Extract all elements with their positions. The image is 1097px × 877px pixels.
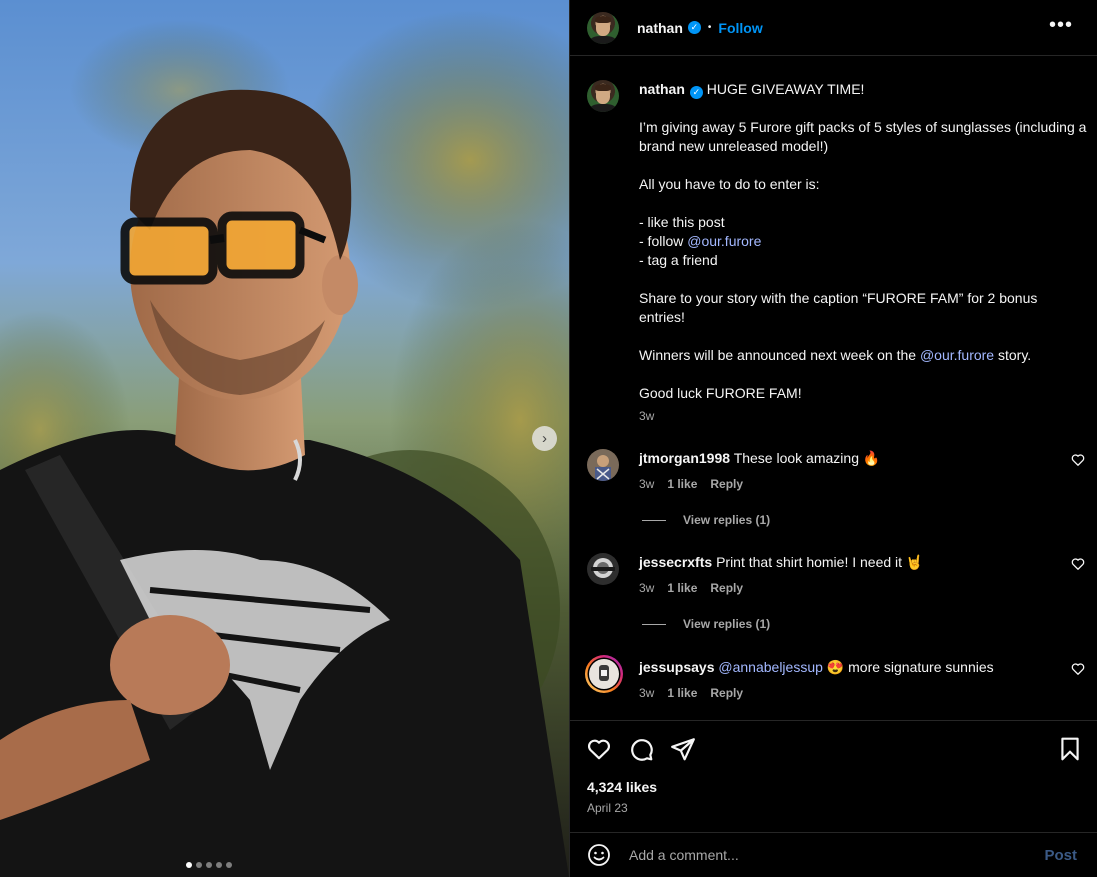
likes-count[interactable]: 4,324 likes [587,779,657,795]
post-photo [0,10,569,877]
comment-time[interactable]: 3w [639,475,654,494]
commenter-avatar-story-ring[interactable] [584,654,624,694]
comment-time[interactable]: 3w [639,579,654,598]
caption-line: Good luck FURORE FAM! [639,385,802,401]
comment-likes[interactable]: 1 like [667,579,697,598]
instagram-post: › nathan ✓ • Follow ••• nathan ✓ HUGE GI… [0,0,1097,877]
commenter-avatar[interactable] [587,553,619,585]
post-caption: nathan ✓ HUGE GIVEAWAY TIME! I’m giving a… [587,80,1087,426]
reply-button[interactable]: Reply [710,684,743,703]
caption-line: I’m giving away 5 Furore gift packs of 5… [639,119,1087,154]
comment-likes[interactable]: 1 like [667,475,697,494]
comment-item: jessupsays @annabeljessup 😍 more signatu… [585,655,1097,703]
comment-input[interactable] [629,847,1009,863]
verified-badge-icon: ✓ [687,21,701,34]
carousel-dot [196,862,202,868]
author-username[interactable]: nathan [637,20,683,36]
caption-title: HUGE GIVEAWAY TIME! [706,81,865,97]
carousel-dot [216,862,222,868]
caption-line: All you have to do to enter is: [639,176,820,192]
comment-time[interactable]: 3w [639,684,654,703]
comment-item: jtmorgan1998 These look amazing 🔥 3w 1 l… [587,449,1097,527]
caption-step: - follow [639,233,688,249]
caption-step: - like this post [639,214,725,230]
reply-button[interactable]: Reply [710,475,743,494]
comment-likes[interactable]: 1 like [667,684,697,703]
mention-link[interactable]: @annabeljessup [718,659,823,675]
separator: • [707,22,712,33]
mention-link[interactable]: @our.furore [920,347,994,363]
carousel-dot [206,862,212,868]
carousel-dot [186,862,192,868]
chevron-right-icon: › [542,430,547,447]
share-send-icon[interactable] [670,736,696,762]
commenter-username[interactable]: jtmorgan1998 [639,450,730,466]
heart-icon[interactable] [1071,557,1085,571]
caption-line: story. [994,347,1032,363]
more-options-icon[interactable]: ••• [1049,14,1073,37]
view-replies-button[interactable]: View replies (1) [642,513,1097,527]
heart-icon[interactable] [1071,662,1085,676]
like-heart-icon[interactable] [586,736,612,762]
follow-button[interactable]: Follow [718,20,762,36]
commenter-avatar[interactable] [587,449,619,481]
post-date: April 23 [587,801,628,815]
caption-line: Winners will be announced next week on t… [639,347,920,363]
caption-username[interactable]: nathan [639,81,685,97]
caption-step: - tag a friend [639,252,718,268]
caption-line: Share to your story with the caption “FU… [639,290,1038,325]
save-bookmark-icon[interactable] [1057,736,1083,762]
add-comment-bar: Post [570,832,1097,877]
heart-icon[interactable] [1071,453,1085,467]
verified-badge-icon: ✓ [689,86,703,99]
post-side-panel: nathan ✓ • Follow ••• nathan ✓ HUGE GIVEA… [569,0,1097,877]
view-replies-label: View replies (1) [683,617,771,631]
carousel-dot [226,862,232,868]
commenter-username[interactable]: jessupsays [639,659,715,675]
post-actions: 4,324 likes April 23 [570,720,1097,832]
comment-text: 😍 more signature sunnies [822,659,994,675]
carousel-indicator [186,862,232,868]
comment-text: These look amazing 🔥 [733,450,881,466]
post-header: nathan ✓ • Follow ••• [570,0,1097,56]
comment-item: jessecrxfts Print that shirt homie! I ne… [587,553,1097,631]
mention-link[interactable]: @our.furore [687,233,761,249]
commenter-username[interactable]: jessecrxfts [639,554,712,570]
comment-text: Print that shirt homie! I need it 🤘 [716,554,924,570]
caption-timestamp[interactable]: 3w [639,407,1087,426]
post-comment-button[interactable]: Post [1044,847,1077,864]
reply-button[interactable]: Reply [710,579,743,598]
view-replies-label: View replies (1) [683,513,771,527]
post-media[interactable]: › [0,0,569,877]
author-avatar[interactable] [587,11,619,44]
view-replies-button[interactable]: View replies (1) [642,617,1097,631]
next-slide-button[interactable]: › [532,426,557,451]
emoji-icon[interactable] [587,843,611,867]
comment-bubble-icon[interactable] [628,736,654,762]
caption-author-avatar[interactable] [587,80,619,112]
